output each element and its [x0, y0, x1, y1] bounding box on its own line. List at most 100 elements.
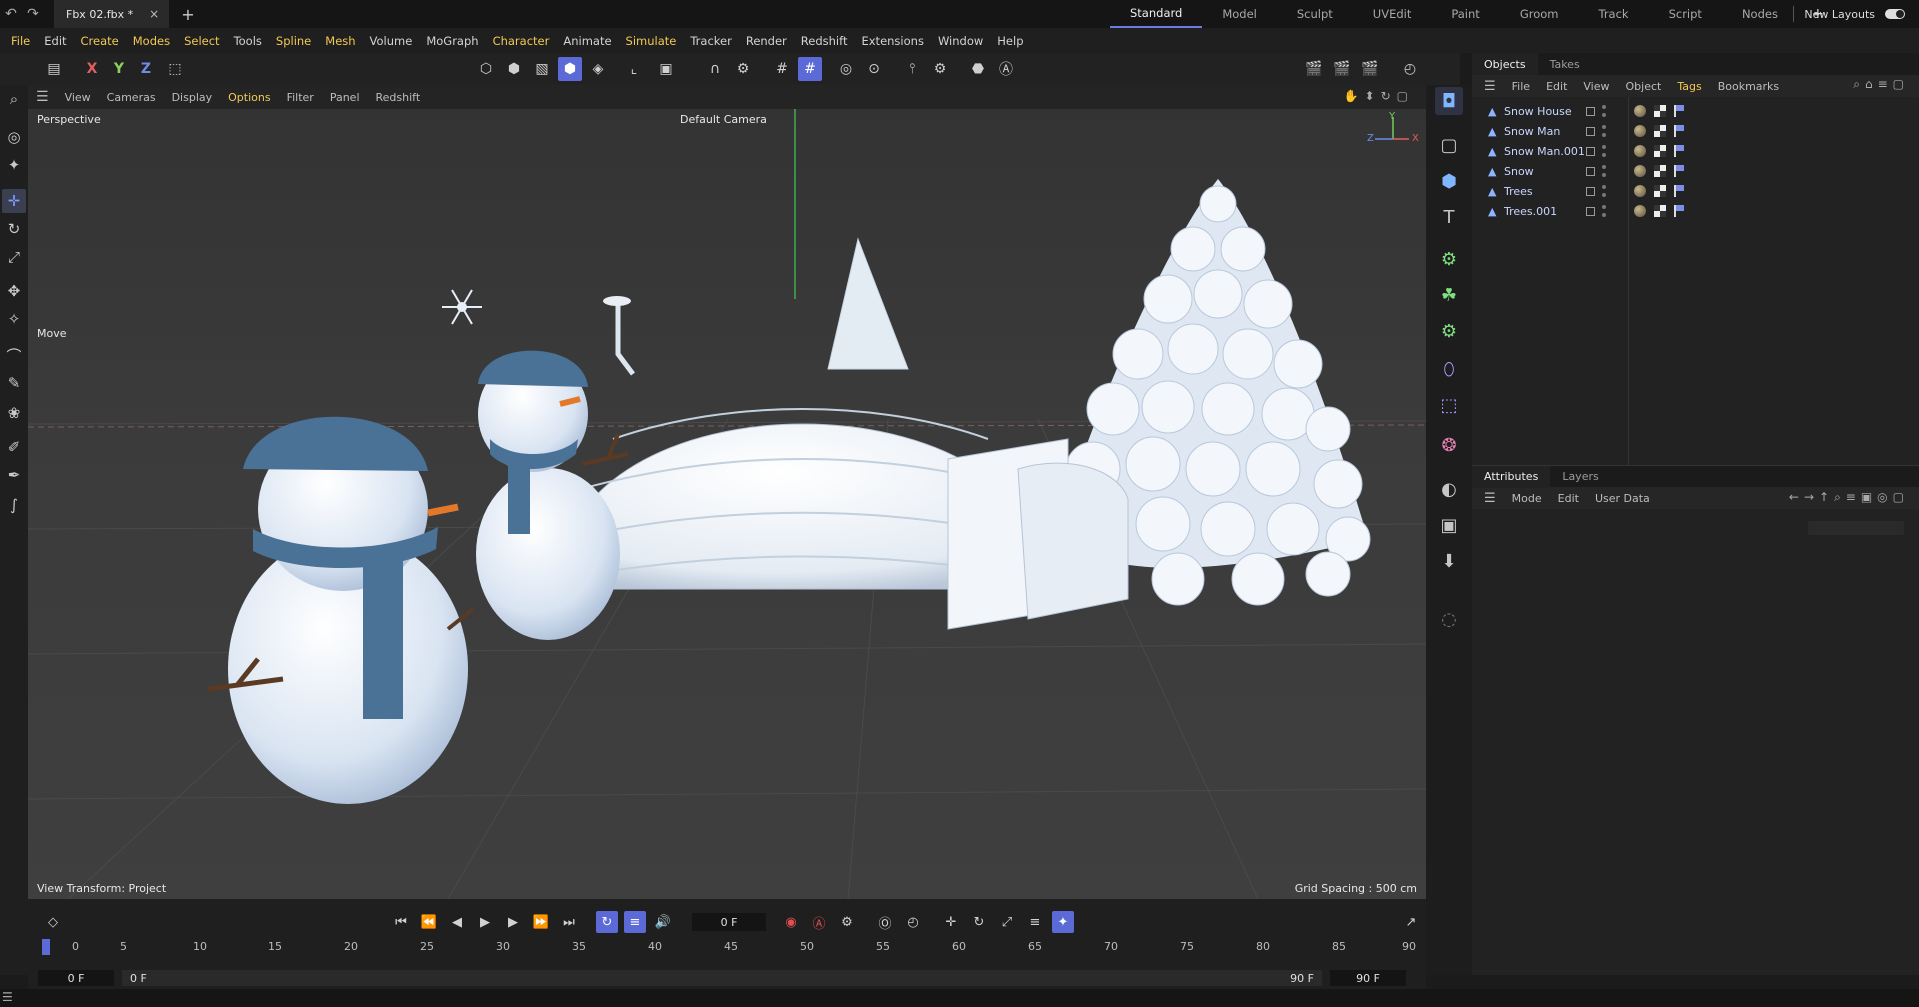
obj-menu-object[interactable]: Object: [1618, 80, 1670, 93]
cloner-icon[interactable]: ☘: [1435, 281, 1463, 309]
phong-tag-icon[interactable]: [1674, 205, 1686, 217]
brush-tool-icon[interactable]: ✐: [2, 435, 26, 459]
menu-mesh[interactable]: Mesh: [318, 34, 362, 48]
preview-range-bar[interactable]: 0 F 90 F: [122, 970, 1322, 986]
material-tag-icon[interactable]: [1634, 145, 1646, 157]
search-icon[interactable]: ⌕: [2, 87, 26, 111]
visibility-dots[interactable]: [1602, 105, 1606, 117]
model-mode-icon[interactable]: ⬢: [558, 57, 582, 81]
projection-label[interactable]: Perspective: [37, 113, 101, 126]
key-position-icon[interactable]: ✛: [940, 911, 962, 933]
key-scale-icon[interactable]: ⤢: [996, 911, 1018, 933]
close-icon[interactable]: ×: [149, 7, 159, 21]
layout-tab-standard[interactable]: Standard: [1110, 0, 1203, 28]
light-icon[interactable]: ⬇: [1435, 547, 1463, 575]
undo-icon[interactable]: ↶: [0, 3, 22, 25]
key-pla-icon[interactable]: ✦: [1052, 911, 1074, 933]
grid-icon[interactable]: #: [770, 57, 794, 81]
phong-tag-icon[interactable]: [1674, 125, 1686, 137]
redo-icon[interactable]: ↷: [22, 3, 44, 25]
field-icon[interactable]: ⬯: [1435, 355, 1463, 383]
layout-tab-script[interactable]: Script: [1649, 0, 1722, 28]
square-spline-icon[interactable]: ▢: [1435, 131, 1463, 159]
visibility-dots[interactable]: [1602, 205, 1606, 217]
scale-tool-icon[interactable]: ⤢: [2, 245, 26, 269]
texture-tag-icon[interactable]: [1654, 125, 1666, 137]
object-name[interactable]: Snow Man.001: [1504, 145, 1585, 158]
extrude-tool-icon[interactable]: ✎: [2, 371, 26, 395]
pen-tool-icon[interactable]: ✒: [2, 463, 26, 487]
object-name[interactable]: Snow Man: [1504, 125, 1560, 138]
attr-menu-edit[interactable]: Edit: [1550, 492, 1587, 505]
viewport-menu-icon[interactable]: ☰: [28, 89, 57, 105]
objects-panel-icons[interactable]: ⌕⌂≡▢: [1853, 77, 1909, 92]
enable-checkbox[interactable]: [1586, 146, 1595, 156]
menu-help[interactable]: Help: [990, 34, 1030, 48]
solo-icon[interactable]: ▣: [654, 57, 678, 81]
tab-layers[interactable]: Layers: [1550, 466, 1610, 488]
start-frame-field[interactable]: 0 F: [38, 970, 114, 986]
viewport-renderer-icon[interactable]: ◴: [1398, 57, 1422, 81]
list-item[interactable]: ▲ Trees: [1472, 181, 1919, 201]
layout-tab-sculpt[interactable]: Sculpt: [1277, 0, 1353, 28]
snap-settings-icon[interactable]: ⚙: [731, 57, 755, 81]
obj-menu-bookmarks[interactable]: Bookmarks: [1710, 80, 1787, 93]
obj-menu-edit[interactable]: Edit: [1538, 80, 1575, 93]
menu-edit[interactable]: Edit: [37, 34, 73, 48]
menu-extensions[interactable]: Extensions: [854, 34, 930, 48]
axis-z-button[interactable]: Z: [134, 57, 158, 81]
enable-checkbox[interactable]: [1586, 206, 1595, 216]
menu-file[interactable]: File: [4, 34, 37, 48]
object-name[interactable]: Snow: [1504, 165, 1534, 178]
material-tag-icon[interactable]: [1634, 165, 1646, 177]
axis-x-button[interactable]: X: [80, 57, 104, 81]
vp-menu-display[interactable]: Display: [164, 91, 221, 104]
live-selection-icon[interactable]: ◎: [2, 125, 26, 149]
move-tool-icon[interactable]: ✛: [2, 189, 26, 213]
texture-mode-icon[interactable]: ◈: [586, 57, 610, 81]
viewport-nav-icons[interactable]: ✋⬍↻▢: [1344, 89, 1414, 103]
camera-icon[interactable]: ▣: [1435, 511, 1463, 539]
loop-icon[interactable]: ↻: [596, 911, 618, 933]
tab-attributes[interactable]: Attributes: [1472, 465, 1551, 488]
knife-tool-icon[interactable]: ⌒: [2, 343, 26, 367]
key-param-icon[interactable]: ≡: [1024, 911, 1046, 933]
grid-snap-icon[interactable]: #: [798, 57, 822, 81]
visibility-dots[interactable]: [1602, 125, 1606, 137]
visibility-dots[interactable]: [1602, 185, 1606, 197]
key-selection-icon[interactable]: Ⓞ: [874, 911, 896, 933]
attributes-nav-icons[interactable]: ←→↑⌕≡▣◎▢: [1789, 490, 1909, 505]
play-icon[interactable]: ▶: [474, 911, 496, 933]
bevel-tool-icon[interactable]: ❀: [2, 401, 26, 425]
3d-viewport[interactable]: Perspective Default Camera Move View Tra…: [28, 109, 1426, 899]
tab-objects[interactable]: Objects: [1472, 53, 1538, 75]
keyframe-settings-icon[interactable]: ⚙: [836, 911, 858, 933]
go-to-start-icon[interactable]: ⏮: [390, 911, 412, 933]
phong-tag-icon[interactable]: [1674, 185, 1686, 197]
object-name[interactable]: Trees: [1504, 185, 1533, 198]
attributes-search-field[interactable]: [1808, 521, 1904, 535]
select-tools-icon[interactable]: ✦: [2, 153, 26, 177]
status-menu-icon[interactable]: ☰: [2, 990, 13, 1004]
coordinate-system-icon[interactable]: ⬚: [163, 57, 187, 81]
material-tag-icon[interactable]: [1634, 105, 1646, 117]
phong-tag-icon[interactable]: [1674, 105, 1686, 117]
vp-menu-cameras[interactable]: Cameras: [99, 91, 164, 104]
redshift-icon[interactable]: ⬣: [966, 57, 990, 81]
vp-menu-view[interactable]: View: [57, 91, 99, 104]
deformer-icon[interactable]: ⚙: [1435, 317, 1463, 345]
list-item[interactable]: ▲ Snow Man.001: [1472, 141, 1919, 161]
mograph-icon[interactable]: ❂: [1435, 431, 1463, 459]
menu-render[interactable]: Render: [739, 34, 794, 48]
key-rotation-icon[interactable]: ↻: [968, 911, 990, 933]
null-object-icon[interactable]: ◘: [1435, 87, 1463, 115]
enable-checkbox[interactable]: [1586, 166, 1595, 176]
layout-tab-groom[interactable]: Groom: [1500, 0, 1579, 28]
list-item[interactable]: ▲ Trees.001: [1472, 201, 1919, 221]
current-frame-field[interactable]: 0 F: [692, 913, 766, 931]
previous-frame-icon[interactable]: ◀: [446, 911, 468, 933]
menu-spline[interactable]: Spline: [269, 34, 318, 48]
tab-takes[interactable]: Takes: [1538, 53, 1592, 75]
texture-tag-icon[interactable]: [1654, 165, 1666, 177]
autokey-icon[interactable]: Ⓐ: [808, 911, 830, 933]
